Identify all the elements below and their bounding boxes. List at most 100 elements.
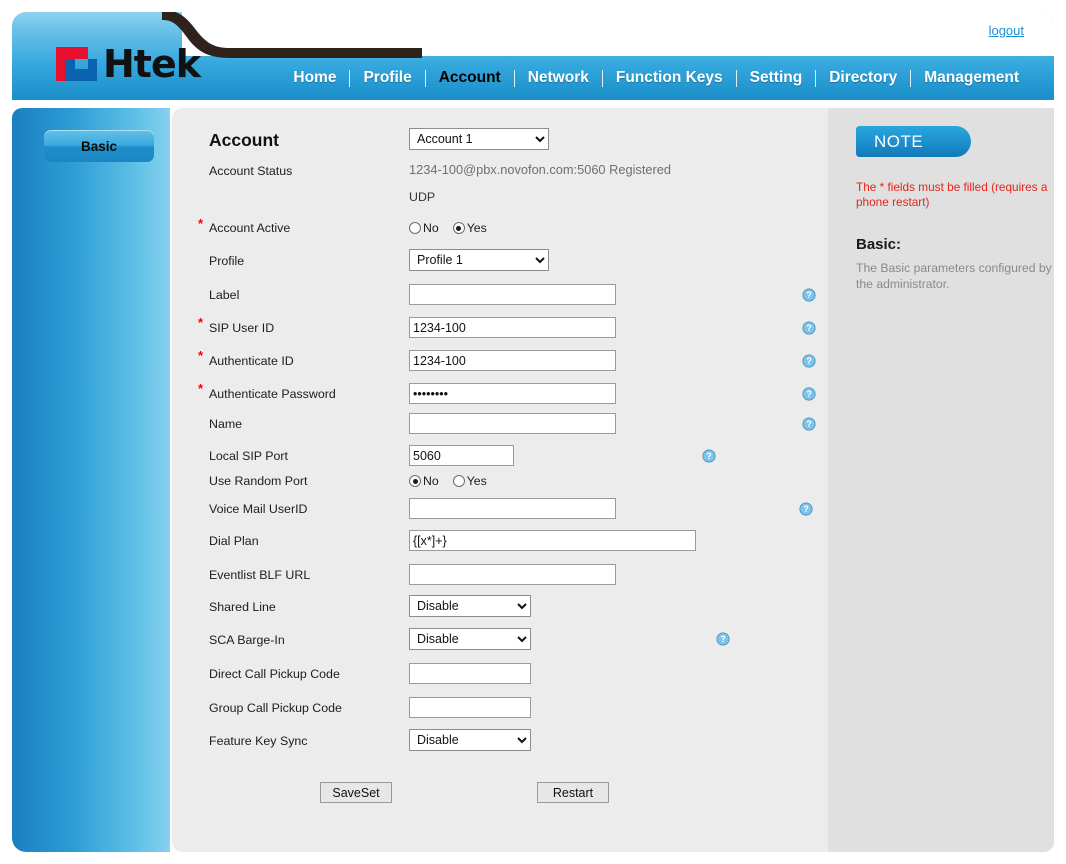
label-input[interactable]: [409, 284, 616, 305]
row-name: Name ?: [172, 411, 828, 437]
row-sca-barge-in: SCA Barge-In Disable ?: [172, 627, 828, 653]
label-profile: Profile: [209, 248, 244, 274]
help-icon[interactable]: ?: [802, 354, 816, 368]
use-random-port-radio-yes[interactable]: Yes: [453, 474, 487, 488]
label-direct-call-pickup-code: Direct Call Pickup Code: [209, 661, 340, 687]
row-sip-user-id: * SIP User ID ?: [172, 315, 828, 341]
radio-label: Yes: [467, 221, 487, 235]
radio-circle-selected-icon: [409, 475, 421, 487]
label-eventlist-blf-url: Eventlist BLF URL: [209, 562, 310, 588]
svg-text:?: ?: [706, 451, 711, 461]
label-shared-line: Shared Line: [209, 594, 276, 620]
profile-select[interactable]: Profile 1: [409, 249, 549, 271]
label-sip-user-id: SIP User ID: [209, 315, 274, 341]
radio-label: Yes: [467, 474, 487, 488]
nav-item-function-keys[interactable]: Function Keys: [603, 69, 736, 87]
row-authenticate-password: * Authenticate Password ?: [172, 381, 828, 407]
authenticate-password-input[interactable]: [409, 383, 616, 404]
svg-text:?: ?: [806, 419, 811, 429]
row-voice-mail-userid: Voice Mail UserID ?: [172, 496, 828, 522]
restart-button[interactable]: Restart: [537, 782, 609, 803]
label-authenticate-password: Authenticate Password: [209, 381, 336, 407]
authenticate-id-input[interactable]: [409, 350, 616, 371]
row-use-random-port: Use Random Port No Yes: [172, 468, 828, 494]
site-header: Htek logout Home Profile Account Network…: [12, 12, 1054, 100]
row-group-call-pickup-code: Group Call Pickup Code: [172, 695, 828, 721]
radio-circle-icon: [409, 222, 421, 234]
sca-barge-in-select[interactable]: Disable: [409, 628, 531, 650]
nav-item-directory[interactable]: Directory: [816, 69, 910, 87]
required-asterisk: *: [198, 217, 203, 230]
nav-item-account[interactable]: Account: [426, 69, 514, 87]
label-name: Name: [209, 411, 242, 437]
note-warning-text: The * fields must be filled (requires a …: [856, 180, 1056, 210]
help-icon[interactable]: ?: [716, 632, 730, 646]
label-sca-barge-in: SCA Barge-In: [209, 627, 285, 653]
nav-item-management[interactable]: Management: [911, 69, 1032, 87]
dial-plan-input[interactable]: [409, 530, 696, 551]
radio-circle-icon: [453, 475, 465, 487]
nav-item-home[interactable]: Home: [280, 69, 349, 87]
name-input[interactable]: [409, 413, 616, 434]
account-active-radio-group: No Yes: [409, 215, 487, 241]
required-asterisk: *: [198, 316, 203, 329]
saveset-button[interactable]: SaveSet: [320, 782, 392, 803]
label-use-random-port: Use Random Port: [209, 468, 307, 494]
label-label: Label: [209, 282, 239, 308]
svg-text:?: ?: [803, 504, 808, 514]
help-icon[interactable]: ?: [799, 502, 813, 516]
sidebar-item-label: Basic: [81, 139, 117, 154]
label-feature-key-sync: Feature Key Sync: [209, 728, 307, 754]
use-random-port-radio-no[interactable]: No: [409, 474, 439, 488]
left-sidebar: Basic: [12, 108, 170, 852]
radio-label: No: [423, 221, 439, 235]
help-icon[interactable]: ?: [802, 417, 816, 431]
account-status-transport: UDP: [409, 190, 435, 204]
label-voice-mail-userid: Voice Mail UserID: [209, 496, 307, 522]
label-account-active: Account Active: [209, 215, 290, 241]
feature-key-sync-select[interactable]: Disable: [409, 729, 531, 751]
help-icon[interactable]: ?: [802, 288, 816, 302]
label-account-status: Account Status: [209, 158, 292, 184]
required-asterisk: *: [198, 382, 203, 395]
sidebar-item-basic[interactable]: Basic: [44, 130, 154, 162]
label-authenticate-id: Authenticate ID: [209, 348, 294, 374]
main-navigation: Home Profile Account Network Function Ke…: [12, 56, 1054, 100]
row-label: Label ?: [172, 282, 828, 308]
help-icon[interactable]: ?: [802, 321, 816, 335]
shared-line-select[interactable]: Disable: [409, 595, 531, 617]
local-sip-port-input[interactable]: [409, 445, 514, 466]
label-dial-plan: Dial Plan: [209, 528, 259, 554]
logout-link[interactable]: logout: [989, 23, 1024, 38]
group-call-pickup-code-input[interactable]: [409, 697, 531, 718]
account-select[interactable]: Account 1: [409, 128, 549, 150]
row-local-sip-port: Local SIP Port ?: [172, 443, 828, 469]
svg-text:?: ?: [806, 389, 811, 399]
row-authenticate-id: * Authenticate ID ?: [172, 348, 828, 374]
note-heading: Basic:: [856, 236, 901, 253]
nav-item-network[interactable]: Network: [515, 69, 602, 87]
direct-call-pickup-code-input[interactable]: [409, 663, 531, 684]
use-random-port-radio-group: No Yes: [409, 468, 487, 494]
account-status-value: 1234-100@pbx.novofon.com:5060 Registered: [409, 162, 671, 177]
help-icon[interactable]: ?: [802, 387, 816, 401]
row-account-transport: UDP: [172, 188, 828, 214]
svg-text:?: ?: [720, 634, 725, 644]
note-body-text: The Basic parameters configured by the a…: [856, 260, 1061, 292]
row-feature-key-sync: Feature Key Sync Disable: [172, 728, 828, 754]
account-active-radio-no[interactable]: No: [409, 221, 439, 235]
help-icon[interactable]: ?: [702, 449, 716, 463]
svg-text:?: ?: [806, 356, 811, 366]
row-profile: Profile Profile 1: [172, 248, 828, 274]
header-swoosh-decoration: [162, 12, 422, 60]
row-direct-call-pickup-code: Direct Call Pickup Code: [172, 661, 828, 687]
eventlist-blf-url-input[interactable]: [409, 564, 616, 585]
nav-item-profile[interactable]: Profile: [350, 69, 424, 87]
radio-label: No: [423, 474, 439, 488]
row-account-status: Account Status 1234-100@pbx.novofon.com:…: [172, 158, 828, 184]
voice-mail-userid-input[interactable]: [409, 498, 616, 519]
sip-user-id-input[interactable]: [409, 317, 616, 338]
nav-item-setting[interactable]: Setting: [737, 69, 816, 87]
note-badge: NOTE: [856, 126, 971, 157]
account-active-radio-yes[interactable]: Yes: [453, 221, 487, 235]
